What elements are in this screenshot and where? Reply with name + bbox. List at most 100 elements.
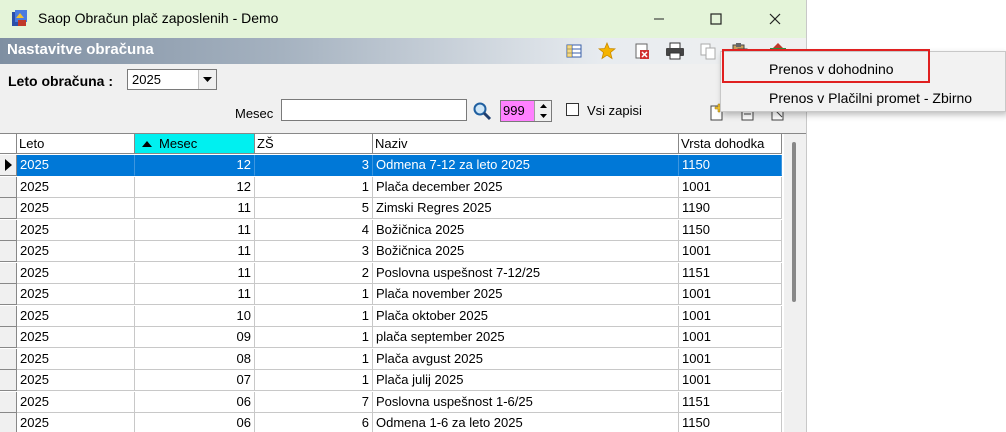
cell-mesec[interactable]: 06 [135,413,255,432]
cell-zs[interactable]: 1 [255,284,373,305]
cell-mesec[interactable]: 11 [135,198,255,219]
cell-mesec[interactable]: 06 [135,391,255,413]
column-header-leto[interactable]: Leto [17,134,135,154]
cell-leto[interactable]: 2025 [17,327,135,348]
cell-naziv[interactable]: Božičnica 2025 [373,241,679,262]
cell-naziv[interactable]: Plača julij 2025 [373,370,679,391]
cell-leto[interactable]: 2025 [17,241,135,262]
cell-naziv[interactable]: Plača oktober 2025 [373,305,679,327]
column-header-zs[interactable]: ZŠ [255,134,373,154]
cell-zs[interactable]: 6 [255,413,373,432]
minimize-button[interactable] [636,0,682,38]
record-count-value[interactable]: 999 [501,101,535,121]
cell-zs[interactable]: 1 [255,327,373,348]
scrollbar-thumb[interactable] [792,142,796,302]
cell-zs[interactable]: 5 [255,198,373,219]
cell-naziv[interactable]: Plača november 2025 [373,284,679,305]
cell-vrsta-dohodka[interactable]: 1001 [679,370,782,391]
cell-naziv[interactable]: Odmena 1-6 za leto 2025 [373,413,679,432]
cell-mesec[interactable]: 12 [135,176,255,198]
cell-naziv[interactable]: Poslovna uspešnost 7-12/25 [373,262,679,284]
cell-vrsta-dohodka[interactable]: 1001 [679,348,782,370]
mesec-search-input[interactable] [281,99,467,121]
row-indicator[interactable] [0,370,17,391]
row-indicator[interactable] [0,284,17,305]
cell-leto[interactable]: 2025 [17,413,135,432]
row-indicator[interactable] [0,198,17,219]
row-indicator[interactable] [0,262,17,284]
row-indicator[interactable] [0,391,17,413]
cell-naziv[interactable]: Plača december 2025 [373,176,679,198]
record-count-spinner[interactable]: 999 [500,100,552,122]
cell-mesec[interactable]: 11 [135,241,255,262]
cell-mesec[interactable]: 11 [135,262,255,284]
cell-vrsta-dohodka[interactable]: 1150 [679,413,782,432]
maximize-button[interactable] [693,0,739,38]
row-indicator[interactable] [0,176,17,198]
toolbar-copy-button[interactable] [698,41,718,61]
cell-naziv[interactable]: Odmena 7-12 za leto 2025 [373,155,679,176]
cell-zs[interactable]: 1 [255,176,373,198]
menu-item-prenos-v-placilni-promet[interactable]: Prenos v Plačilni promet - Zbirno [721,83,1005,111]
cell-zs[interactable]: 1 [255,305,373,327]
cell-zs[interactable]: 3 [255,155,373,176]
cell-leto[interactable]: 2025 [17,284,135,305]
cell-naziv[interactable]: Plača avgust 2025 [373,348,679,370]
toolbar-delete-button[interactable] [632,41,652,61]
cell-leto[interactable]: 2025 [17,370,135,391]
vertical-scrollbar[interactable] [784,134,806,432]
cell-mesec[interactable]: 10 [135,305,255,327]
row-indicator[interactable] [0,241,17,262]
row-indicator[interactable] [0,305,17,327]
cell-zs[interactable]: 3 [255,241,373,262]
cell-leto[interactable]: 2025 [17,219,135,241]
cell-leto[interactable]: 2025 [17,305,135,327]
records-table[interactable]: Leto Mesec ZŠ Naziv Vrsta dohodka 2025 12 3 Odm… [0,133,806,432]
cell-vrsta-dohodka[interactable]: 1001 [679,176,782,198]
cell-zs[interactable]: 1 [255,370,373,391]
cell-naziv[interactable]: Zimski Regres 2025 [373,198,679,219]
cell-mesec[interactable]: 07 [135,370,255,391]
toolbar-table-button[interactable] [564,41,584,61]
column-header-naziv[interactable]: Naziv [373,134,679,154]
cell-leto[interactable]: 2025 [17,198,135,219]
cell-vrsta-dohodka[interactable]: 1151 [679,391,782,413]
row-indicator[interactable] [0,413,17,432]
toolbar-favorite-button[interactable] [597,41,617,61]
cell-vrsta-dohodka[interactable]: 1150 [679,219,782,241]
row-indicator[interactable] [0,348,17,370]
cell-vrsta-dohodka[interactable]: 1001 [679,284,782,305]
cell-leto[interactable]: 2025 [17,155,135,176]
spin-down-button[interactable] [534,111,551,121]
cell-zs[interactable]: 1 [255,348,373,370]
cell-naziv[interactable]: plača september 2025 [373,327,679,348]
row-indicator[interactable] [0,327,17,348]
cell-mesec[interactable]: 08 [135,348,255,370]
close-button[interactable] [752,0,798,38]
cell-mesec[interactable]: 11 [135,284,255,305]
column-header-mesec[interactable]: Mesec [135,134,255,154]
row-indicator[interactable] [0,219,17,241]
cell-vrsta-dohodka[interactable]: 1150 [679,155,782,176]
row-indicator[interactable] [0,155,17,176]
search-button[interactable] [470,100,494,122]
cell-mesec[interactable]: 09 [135,327,255,348]
cell-zs[interactable]: 4 [255,219,373,241]
cell-vrsta-dohodka[interactable]: 1151 [679,262,782,284]
vsi-zapisi-checkbox[interactable] [566,103,579,116]
cell-leto[interactable]: 2025 [17,348,135,370]
cell-leto[interactable]: 2025 [17,176,135,198]
cell-vrsta-dohodka[interactable]: 1001 [679,241,782,262]
cell-mesec[interactable]: 12 [135,155,255,176]
cell-naziv[interactable]: Poslovna uspešnost 1-6/25 [373,391,679,413]
cell-leto[interactable]: 2025 [17,262,135,284]
cell-vrsta-dohodka[interactable]: 1001 [679,305,782,327]
column-header-vrsta-dohodka[interactable]: Vrsta dohodka [679,134,782,154]
cell-leto[interactable]: 2025 [17,391,135,413]
cell-vrsta-dohodka[interactable]: 1001 [679,327,782,348]
cell-zs[interactable]: 7 [255,391,373,413]
toolbar-print-button[interactable] [665,41,685,61]
cell-naziv[interactable]: Božičnica 2025 [373,219,679,241]
cell-zs[interactable]: 2 [255,262,373,284]
cell-vrsta-dohodka[interactable]: 1190 [679,198,782,219]
